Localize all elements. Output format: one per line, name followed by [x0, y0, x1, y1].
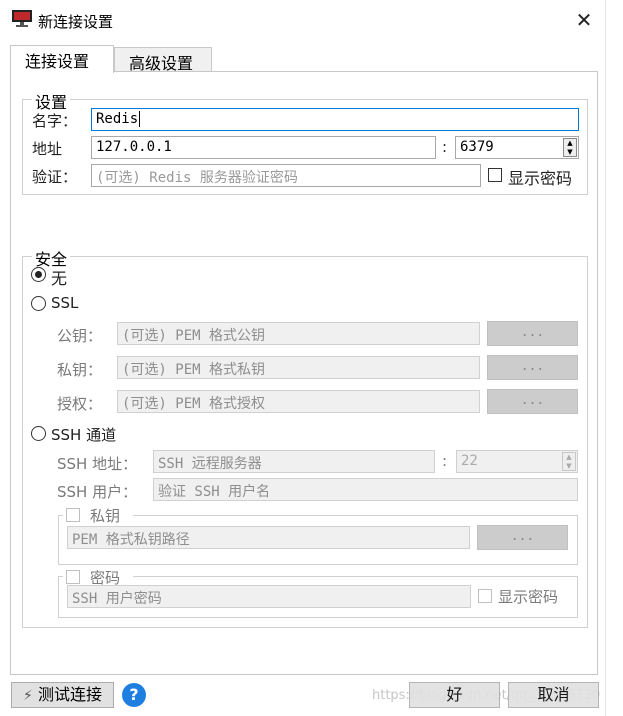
ssh-show-password-label: 显示密码 — [498, 588, 559, 606]
ssh-password-placeholder: SSH 用户密码 — [72, 591, 162, 607]
security-ssh-radio[interactable] — [31, 426, 46, 441]
tab-label: 连接设置 — [25, 52, 90, 71]
private-key-input[interactable]: (可选) PEM 格式私钥 — [117, 356, 480, 379]
ssh-address-label: SSH 地址： — [57, 455, 138, 473]
auth-label: 验证： — [32, 168, 78, 186]
test-connection-button[interactable]: ⚡ 测试连接 — [11, 682, 114, 708]
show-password-label: 显示密码 — [508, 169, 573, 188]
spin-arrows-icon[interactable]: ▲ ▼ — [563, 138, 577, 157]
public-key-label: 公钥： — [57, 327, 103, 345]
private-key-browse-button[interactable]: ... — [487, 355, 578, 380]
close-icon[interactable]: ✕ — [572, 8, 596, 32]
auth-password-input[interactable]: (可选) Redis 服务器验证密码 — [91, 164, 481, 187]
ssh-password-checkbox[interactable] — [66, 570, 80, 584]
host-value: 127.0.0.1 — [96, 139, 172, 155]
help-icon[interactable]: ? — [122, 683, 146, 707]
test-connection-label: 测试连接 — [37, 685, 102, 704]
ssh-address-placeholder: SSH 远程服务器 — [158, 456, 262, 472]
authority-browse-button[interactable]: ... — [487, 389, 578, 414]
window-border — [605, 0, 606, 716]
plug-icon: ⚡ — [23, 688, 33, 704]
name-value: Redis — [96, 111, 139, 127]
ssh-private-key-label: 私钥 — [90, 507, 121, 525]
port-value: 6379 — [460, 139, 494, 155]
authority-label: 授权： — [57, 395, 103, 413]
app-icon — [12, 10, 32, 27]
public-key-input[interactable]: (可选) PEM 格式公钥 — [117, 322, 480, 345]
ok-button[interactable]: 好 — [409, 682, 500, 708]
ssh-user-label: SSH 用户： — [57, 483, 138, 501]
port-separator: : — [442, 138, 448, 156]
tab-connection-settings[interactable]: 连接设置 — [10, 45, 114, 73]
authority-placeholder: (可选) PEM 格式授权 — [122, 396, 266, 412]
host-input[interactable]: 127.0.0.1 — [91, 136, 436, 159]
ssh-private-key-browse-button[interactable]: ... — [477, 525, 568, 550]
title-bar: 新连接设置 ✕ — [0, 0, 623, 42]
ssh-port-separator: : — [442, 452, 448, 470]
name-label: 名字： — [32, 112, 78, 130]
address-label: 地址 — [32, 140, 63, 158]
public-key-browse-button[interactable]: ... — [487, 321, 578, 346]
public-key-placeholder: (可选) PEM 格式公钥 — [122, 328, 266, 344]
security-ssh-label: SSH 通道 — [51, 426, 117, 444]
radio-selected-dot — [35, 271, 42, 278]
ssh-private-key-checkbox[interactable] — [66, 508, 80, 522]
private-key-label: 私钥： — [57, 361, 103, 379]
ssh-user-input[interactable]: 验证 SSH 用户名 — [153, 478, 578, 501]
port-stepper[interactable]: 6379 ▲ ▼ — [455, 136, 579, 159]
name-input[interactable]: Redis — [91, 108, 579, 131]
ssh-user-placeholder: 验证 SSH 用户名 — [158, 484, 271, 500]
ssh-private-key-path-placeholder: PEM 格式私钥路径 — [72, 532, 190, 548]
tab-advanced-settings[interactable]: 高级设置 — [114, 47, 212, 73]
cancel-button[interactable]: 取消 — [508, 682, 599, 708]
ssh-address-input[interactable]: SSH 远程服务器 — [153, 450, 435, 473]
ssh-private-key-path-input[interactable]: PEM 格式私钥路径 — [67, 526, 470, 549]
ssh-show-password-checkbox[interactable] — [478, 589, 492, 603]
ssh-password-input[interactable]: SSH 用户密码 — [67, 585, 471, 608]
security-none-radio[interactable] — [31, 267, 46, 282]
ssh-port-stepper[interactable]: 22 ▲ ▼ — [456, 450, 578, 473]
show-password-checkbox[interactable] — [488, 168, 502, 182]
authority-input[interactable]: (可选) PEM 格式授权 — [117, 390, 480, 413]
window-title: 新连接设置 — [38, 13, 114, 31]
spin-arrows-icon[interactable]: ▲ ▼ — [562, 452, 576, 471]
private-key-placeholder: (可选) PEM 格式私钥 — [122, 362, 266, 378]
ssh-port-value: 22 — [461, 453, 478, 469]
security-none-label: 无 — [51, 269, 68, 288]
auth-placeholder: (可选) Redis 服务器验证密码 — [96, 170, 298, 186]
security-ssl-radio[interactable] — [31, 296, 46, 311]
security-ssl-label: SSL — [51, 294, 79, 312]
